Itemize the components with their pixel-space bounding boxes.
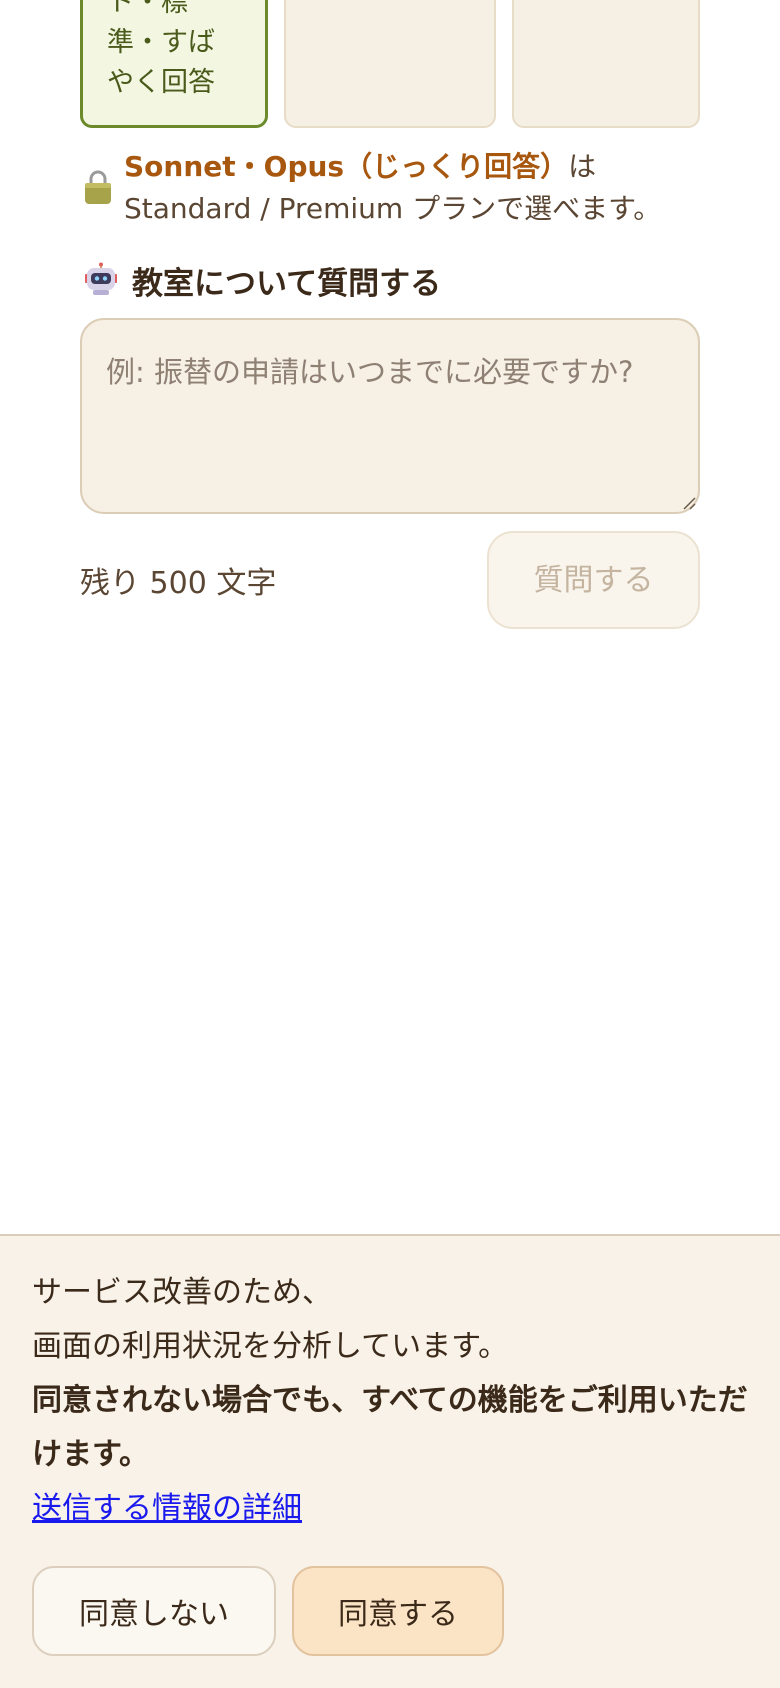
- question-input[interactable]: [80, 318, 700, 514]
- consent-line: サービス改善のため、: [32, 1275, 332, 1310]
- resize-grip-icon[interactable]: [682, 496, 696, 510]
- remaining-characters: 残り 500 文字: [80, 566, 277, 601]
- analytics-consent-banner: サービス改善のため、 画面の利用状況を分析しています。 同意されない場合でも、す…: [0, 1234, 780, 1688]
- accept-button[interactable]: 同意する: [292, 1566, 504, 1656]
- decline-button[interactable]: 同意しない: [32, 1566, 276, 1656]
- model-option-label: シ: [538, 0, 690, 6]
- robot-icon: [85, 262, 117, 295]
- model-option-fast[interactable]: ト・標 準・すば やく回答: [80, 0, 268, 128]
- plan-upgrade-note: Sonnet・Opus（じっくり回答）は Standard / Premium …: [124, 146, 704, 230]
- model-option-opus[interactable]: シ: [512, 0, 700, 128]
- consent-message: サービス改善のため、 画面の利用状況を分析しています。 同意されない場合でも、す…: [32, 1266, 752, 1536]
- ask-question-button[interactable]: 質問する: [487, 531, 700, 629]
- model-option-sonnet[interactable]: [284, 0, 496, 128]
- model-option-label: ト・標 準・すば やく回答: [107, 0, 215, 98]
- plan-note-highlight: Sonnet・Opus（じっくり回答）: [124, 150, 569, 183]
- consent-note: 同意されない場合でも、すべての機能をご利用いただけます。: [32, 1383, 748, 1472]
- question-section-title: 教室について質問する: [132, 266, 442, 302]
- consent-line: 画面の利用状況を分析しています。: [32, 1329, 509, 1364]
- lock-icon: [85, 170, 111, 204]
- consent-details-link[interactable]: 送信する情報の詳細: [32, 1491, 302, 1526]
